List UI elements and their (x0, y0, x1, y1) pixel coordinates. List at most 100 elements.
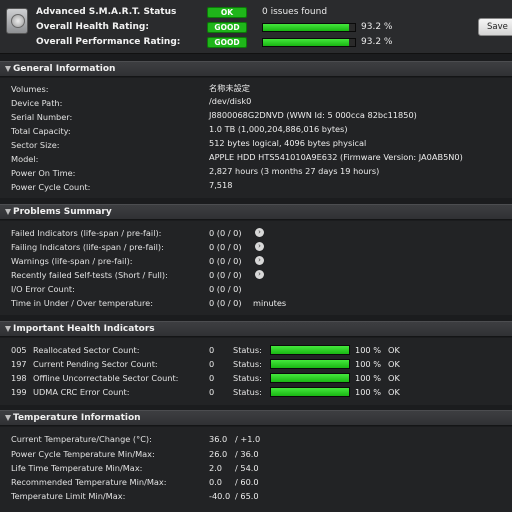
recommended-temperature-min: 0.0 (209, 477, 223, 487)
volumes-value: 名称未設定 (209, 83, 250, 93)
failed-self-tests-value: 0 (0 / 0) (209, 270, 242, 280)
performance-rating-bar (262, 38, 356, 47)
device-path-value: /dev/disk0 (209, 96, 252, 106)
model-label: Model: (11, 154, 39, 164)
recommended-temperature-label: Recommended Temperature Min/Max: (11, 477, 167, 487)
health-indicators-header[interactable]: Important Health Indicators (0, 321, 512, 337)
save-button[interactable]: Save (478, 18, 512, 36)
smart-status-label: Advanced S.M.A.R.T. Status (36, 7, 177, 17)
status-state: OK (388, 345, 400, 355)
power-on-time-label: Power On Time: (11, 168, 76, 178)
section-title: Important Health Indicators (13, 324, 155, 334)
temperature-limit-label: Temperature Limit Min/Max: (11, 491, 126, 501)
temperature-time-label: Time in Under / Over temperature: (11, 298, 153, 308)
general-info-header[interactable]: General Information (0, 61, 512, 77)
life-time-temperature-label: Life Time Temperature Min/Max: (11, 463, 143, 473)
volumes-label: Volumes: (11, 84, 49, 94)
arrow-right-icon[interactable]: › (255, 242, 264, 251)
status-percent: 100 % (355, 387, 382, 397)
attribute-id: 005 (11, 345, 27, 355)
attribute-value: 0 (209, 373, 215, 383)
arrow-right-icon[interactable]: › (255, 270, 264, 279)
health-indicators-body: 005 Reallocated Sector Count: 0 Status: … (0, 338, 512, 405)
status-percent: 100 % (355, 373, 382, 383)
temperature-limit-min: -40.0 (209, 491, 231, 501)
failing-indicators-value: 0 (0 / 0) (209, 242, 242, 252)
io-error-count-label: I/O Error Count: (11, 284, 75, 294)
disclosure-triangle-icon[interactable] (5, 326, 11, 332)
power-cycle-temperature-max: / 36.0 (235, 449, 259, 459)
status-label: Status: (233, 359, 262, 369)
sector-size-label: Sector Size: (11, 140, 60, 150)
failed-self-tests-label: Recently failed Self-tests (Short / Full… (11, 270, 168, 280)
attribute-label: Reallocated Sector Count: (33, 345, 140, 355)
problems-summary-header[interactable]: Problems Summary (0, 204, 512, 220)
health-rating-bar (262, 23, 356, 32)
power-cycle-count-value: 7,518 (209, 180, 233, 190)
current-temperature-value: 36.0 (209, 434, 228, 444)
performance-rating-label: Overall Performance Rating: (36, 37, 181, 47)
attribute-value: 0 (209, 345, 215, 355)
temperature-time-value: 0 (0 / 0) (209, 298, 242, 308)
attribute-value: 0 (209, 359, 215, 369)
model-value: APPLE HDD HTS541010A9E632 (Firmware Vers… (209, 152, 463, 162)
failed-indicators-value: 0 (0 / 0) (209, 228, 242, 238)
performance-rating-badge: GOOD (207, 37, 247, 48)
health-rating-label: Overall Health Rating: (36, 22, 149, 32)
status-percent: 100 % (355, 359, 382, 369)
temperature-change-value: / +1.0 (235, 434, 261, 444)
sector-size-value: 512 bytes logical, 4096 bytes physical (209, 138, 367, 148)
serial-number-value: J8800068G2DNVD (WWN Id: 5 000cca 82bc118… (209, 110, 417, 120)
total-capacity-value: 1.0 TB (1,000,204,886,016 bytes) (209, 124, 348, 134)
status-label: Status: (233, 345, 262, 355)
disclosure-triangle-icon[interactable] (5, 415, 11, 421)
status-percent: 100 % (355, 345, 382, 355)
arrow-right-icon[interactable]: › (255, 256, 264, 265)
status-label: Status: (233, 387, 262, 397)
warnings-label: Warnings (life-span / pre-fail): (11, 256, 133, 266)
temperature-info-header[interactable]: Temperature Information (0, 410, 512, 426)
failed-indicators-label: Failed Indicators (life-span / pre-fail)… (11, 228, 162, 238)
attribute-label: Current Pending Sector Count: (33, 359, 158, 369)
power-on-time-value: 2,827 hours (3 months 27 days 19 hours) (209, 166, 380, 176)
status-label: Status: (233, 373, 262, 383)
health-rating-percent: 93.2 % (361, 22, 393, 32)
recommended-temperature-max: / 60.0 (235, 477, 259, 487)
temperature-info-body: Current Temperature/Change (°C): 36.0 / … (0, 427, 512, 512)
smart-status-header: Advanced S.M.A.R.T. Status OK 0 issues f… (0, 0, 512, 54)
performance-rating-percent: 93.2 % (361, 37, 393, 47)
smart-status-badge: OK (207, 7, 247, 18)
device-path-label: Device Path: (11, 98, 63, 108)
status-bar (270, 359, 350, 369)
arrow-right-icon[interactable]: › (255, 228, 264, 237)
section-title: Temperature Information (13, 413, 141, 423)
life-time-temperature-min: 2.0 (209, 463, 223, 473)
general-info-body: Volumes: 名称未設定 Device Path: /dev/disk0 S… (0, 78, 512, 198)
total-capacity-label: Total Capacity: (11, 126, 71, 136)
health-rating-badge: GOOD (207, 22, 247, 33)
power-cycle-count-label: Power Cycle Count: (11, 182, 91, 192)
attribute-value: 0 (209, 387, 215, 397)
attribute-id: 198 (11, 373, 27, 383)
current-temperature-label: Current Temperature/Change (°C): (11, 434, 152, 444)
disclosure-triangle-icon[interactable] (5, 209, 11, 215)
attribute-id: 197 (11, 359, 27, 369)
status-state: OK (388, 387, 400, 397)
disclosure-triangle-icon[interactable] (5, 66, 11, 72)
power-cycle-temperature-min: 26.0 (209, 449, 228, 459)
status-state: OK (388, 373, 400, 383)
attribute-label: Offline Uncorrectable Sector Count: (33, 373, 179, 383)
warnings-value: 0 (0 / 0) (209, 256, 242, 266)
status-bar (270, 345, 350, 355)
problems-summary-body: Failed Indicators (life-span / pre-fail)… (0, 221, 512, 315)
status-state: OK (388, 359, 400, 369)
status-bar (270, 387, 350, 397)
power-cycle-temperature-label: Power Cycle Temperature Min/Max: (11, 449, 155, 459)
attribute-id: 199 (11, 387, 27, 397)
failing-indicators-label: Failing Indicators (life-span / pre-fail… (11, 242, 164, 252)
status-bar (270, 373, 350, 383)
life-time-temperature-max: / 54.0 (235, 463, 259, 473)
temperature-time-unit: minutes (253, 298, 287, 308)
section-title: Problems Summary (13, 207, 112, 217)
io-error-count-value: 0 (0 / 0) (209, 284, 242, 294)
